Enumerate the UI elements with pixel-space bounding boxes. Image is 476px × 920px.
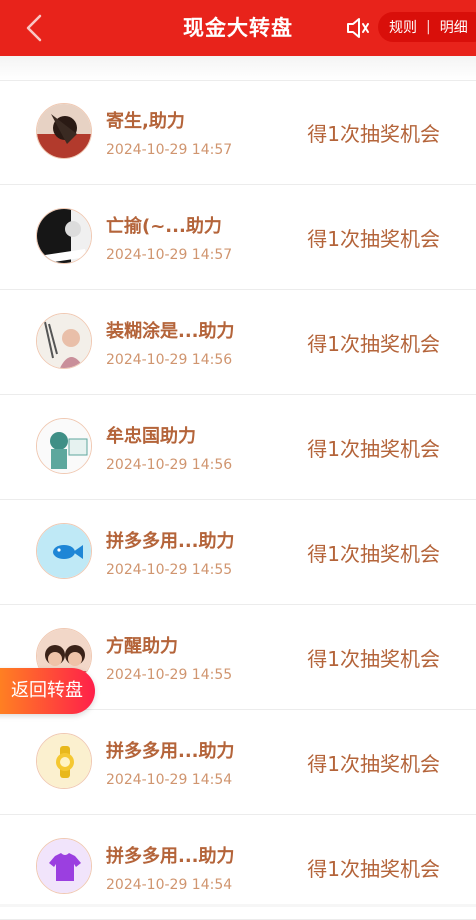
- speaker-icon[interactable]: [344, 15, 372, 41]
- detail-link[interactable]: 明细: [440, 17, 468, 37]
- list-item: 牟忠国助力 2024-10-29 14:56 得1次抽奖机会: [0, 395, 476, 500]
- reward-text: 得1次抽奖机会: [307, 122, 440, 146]
- helper-name: 方醒助力: [106, 636, 178, 657]
- reward-text: 得1次抽奖机会: [307, 857, 440, 881]
- back-to-wheel-button[interactable]: 返回转盘: [0, 668, 95, 714]
- top-bar: 现金大转盘 规则 | 明细: [0, 0, 476, 56]
- header-divider: [0, 56, 476, 81]
- helper-name: 寄生,助力: [106, 111, 185, 132]
- fish-icon: [36, 523, 92, 579]
- help-time: 2024-10-29 14:57: [106, 247, 233, 263]
- avatar: [36, 313, 92, 369]
- help-record-list: 寄生,助力 2024-10-29 14:57 得1次抽奖机会 亡揄(~...助力…: [0, 80, 476, 920]
- helper-name: 装糊涂是...助力: [106, 321, 235, 342]
- reward-text: 得1次抽奖机会: [307, 332, 440, 356]
- avatar: [36, 418, 92, 474]
- help-time: 2024-10-29 14:56: [106, 457, 233, 473]
- helper-name: 拼多多用...助力: [106, 846, 235, 867]
- helper-name: 拼多多用...助力: [106, 531, 235, 552]
- rules-detail-pill: 规则 | 明细: [378, 12, 476, 42]
- list-item: 装糊涂是...助力 2024-10-29 14:56 得1次抽奖机会: [0, 290, 476, 395]
- help-time: 2024-10-29 14:54: [106, 877, 233, 893]
- pill-separator: |: [426, 19, 431, 35]
- list-item: 拼多多用...助力 2024-10-29 14:54 得1次抽奖机会: [0, 710, 476, 815]
- reward-text: 得1次抽奖机会: [307, 227, 440, 251]
- help-time: 2024-10-29 14:57: [106, 142, 233, 158]
- rules-link[interactable]: 规则: [389, 17, 417, 37]
- list-item: 亡揄(~...助力 2024-10-29 14:57 得1次抽奖机会: [0, 185, 476, 290]
- list-item: 寄生,助力 2024-10-29 14:57 得1次抽奖机会: [0, 80, 476, 185]
- avatar: [36, 103, 92, 159]
- tshirt-icon: [36, 838, 92, 894]
- reward-text: 得1次抽奖机会: [307, 542, 440, 566]
- helper-name: 牟忠国助力: [106, 426, 196, 447]
- help-time: 2024-10-29 14:55: [106, 562, 233, 578]
- helper-name: 亡揄(~...助力: [106, 216, 222, 237]
- watch-icon: [36, 733, 92, 789]
- reward-text: 得1次抽奖机会: [307, 647, 440, 671]
- help-time: 2024-10-29 14:55: [106, 667, 233, 683]
- avatar: [36, 208, 92, 264]
- reward-text: 得1次抽奖机会: [307, 437, 440, 461]
- help-time: 2024-10-29 14:56: [106, 352, 233, 368]
- list-item: 拼多多用...助力 2024-10-29 14:55 得1次抽奖机会: [0, 500, 476, 605]
- reward-text: 得1次抽奖机会: [307, 752, 440, 776]
- help-time: 2024-10-29 14:54: [106, 772, 233, 788]
- helper-name: 拼多多用...助力: [106, 741, 235, 762]
